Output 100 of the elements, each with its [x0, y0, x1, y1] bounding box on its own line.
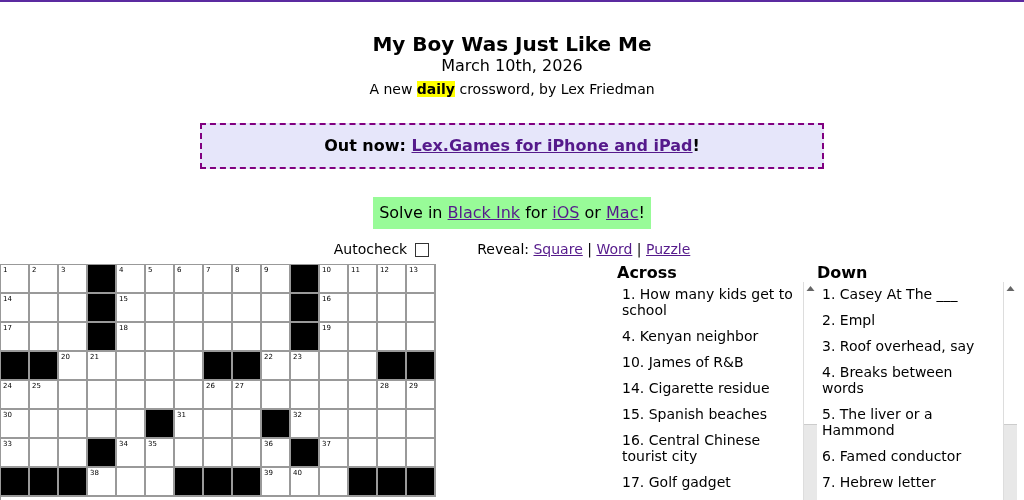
grid-cell[interactable] — [349, 410, 378, 439]
grid-cell[interactable] — [407, 439, 436, 468]
clue-item[interactable]: 3. Roof overhead, say — [822, 334, 995, 360]
grid-cell[interactable] — [349, 323, 378, 352]
grid-cell[interactable] — [407, 323, 436, 352]
grid-cell[interactable] — [378, 410, 407, 439]
clue-item[interactable]: 6. Famed conductor — [822, 444, 995, 470]
grid-cell[interactable] — [407, 410, 436, 439]
blocked-cell — [30, 352, 59, 381]
grid-cell[interactable] — [407, 294, 436, 323]
grid-cell[interactable] — [349, 439, 378, 468]
puzzle-title: My Boy Was Just Like Me — [371, 32, 653, 56]
grid-cell[interactable] — [59, 381, 88, 410]
clue-item[interactable]: 1. How many kids get to school — [622, 282, 803, 324]
grid-cell[interactable] — [320, 468, 349, 497]
solve-link[interactable]: iOS — [552, 203, 580, 222]
grid-cell[interactable] — [204, 410, 233, 439]
blocked-cell — [30, 468, 59, 497]
clue-item[interactable]: 2. Empl — [822, 308, 995, 334]
grid-cell[interactable] — [175, 323, 204, 352]
clue-item[interactable]: 15. Spanish beaches — [622, 402, 803, 428]
grid-cell[interactable] — [59, 294, 88, 323]
blocked-cell — [262, 410, 291, 439]
grid-cell[interactable] — [30, 439, 59, 468]
grid-cell[interactable] — [349, 352, 378, 381]
blocked-cell — [88, 439, 117, 468]
grid-cell[interactable] — [30, 410, 59, 439]
grid-cell[interactable] — [262, 323, 291, 352]
puzzle-byline: A new daily crossword, by Lex Friedman — [369, 81, 655, 97]
solve-link[interactable]: Black Ink — [447, 203, 521, 222]
blocked-cell — [59, 468, 88, 497]
grid-cell[interactable] — [291, 381, 320, 410]
clue-item[interactable]: 4. Kenyan neighbor — [622, 324, 803, 350]
grid-cell[interactable] — [146, 294, 175, 323]
blocked-cell — [349, 468, 378, 497]
grid-cell[interactable] — [320, 410, 349, 439]
solve-text: Solve in — [379, 203, 443, 222]
clue-item[interactable]: 17. Golf gadget — [622, 470, 803, 496]
autocheck-checkbox[interactable] — [415, 242, 430, 257]
blocked-cell — [204, 352, 233, 381]
grid-cell[interactable] — [117, 352, 146, 381]
grid-cell[interactable] — [204, 294, 233, 323]
solve-text: or — [584, 203, 601, 222]
reveal-text: | — [636, 241, 642, 257]
grid-cell[interactable] — [378, 294, 407, 323]
grid-cell[interactable] — [233, 294, 262, 323]
grid-cell[interactable] — [262, 381, 291, 410]
grid-cell[interactable] — [204, 439, 233, 468]
grid-cell[interactable] — [233, 439, 262, 468]
clue-item[interactable]: 10. James of R&B — [622, 350, 803, 376]
app-link[interactable]: Lex.Games for iPhone and iPad — [411, 136, 693, 155]
grid-cell[interactable] — [117, 468, 146, 497]
grid-cell[interactable] — [204, 323, 233, 352]
clue-item[interactable]: 1. Casey At The ___ — [822, 282, 995, 308]
blocked-cell — [146, 410, 175, 439]
reveal-link[interactable]: Puzzle — [646, 241, 691, 257]
grid-cell[interactable] — [175, 352, 204, 381]
reveal-link[interactable]: Square — [533, 241, 583, 257]
reveal-link[interactable]: Word — [596, 241, 633, 257]
blocked-cell — [175, 468, 204, 497]
grid-cell[interactable] — [233, 323, 262, 352]
grid-cell[interactable] — [117, 381, 146, 410]
grid-cell[interactable] — [88, 410, 117, 439]
blocked-cell — [88, 294, 117, 323]
grid-cell[interactable] — [146, 381, 175, 410]
grid-cell[interactable] — [175, 294, 204, 323]
blocked-cell — [378, 352, 407, 381]
blocked-cell — [204, 468, 233, 497]
solve-link[interactable]: Mac — [606, 203, 639, 222]
blocked-cell — [407, 352, 436, 381]
clue-item[interactable]: 16. Central Chinese tourist city — [622, 428, 803, 470]
clue-item[interactable]: 5. The liver or a Hammond — [822, 402, 995, 444]
grid-cell[interactable] — [146, 323, 175, 352]
grid-cell[interactable] — [146, 352, 175, 381]
grid-cell[interactable] — [30, 323, 59, 352]
grid-cell[interactable] — [59, 410, 88, 439]
grid-cell[interactable] — [320, 352, 349, 381]
clue-item[interactable]: 4. Breaks between words — [822, 360, 995, 402]
grid-cell[interactable] — [320, 381, 349, 410]
grid-cell[interactable] — [175, 381, 204, 410]
grid-cell[interactable] — [59, 323, 88, 352]
grid-cell[interactable] — [262, 294, 291, 323]
grid-cell[interactable] — [30, 294, 59, 323]
grid-cell[interactable] — [378, 323, 407, 352]
blocked-cell — [407, 468, 436, 497]
grid-cell[interactable] — [378, 439, 407, 468]
grid-cell[interactable] — [175, 439, 204, 468]
grid-cell[interactable] — [88, 381, 117, 410]
grid-cell[interactable] — [349, 381, 378, 410]
solve-text: ! — [638, 203, 645, 222]
grid-cell[interactable] — [349, 294, 378, 323]
grid-cell[interactable] — [59, 439, 88, 468]
blocked-cell — [291, 323, 320, 352]
grid-cell[interactable] — [117, 410, 146, 439]
autocheck-label: Autocheck — [333, 240, 408, 259]
clue-item[interactable]: 14. Cigarette residue — [622, 376, 803, 402]
grid-cell[interactable] — [233, 410, 262, 439]
solve-text: for — [525, 203, 548, 222]
clue-item[interactable]: 7. Hebrew letter — [822, 470, 995, 496]
grid-cell[interactable] — [146, 468, 175, 497]
